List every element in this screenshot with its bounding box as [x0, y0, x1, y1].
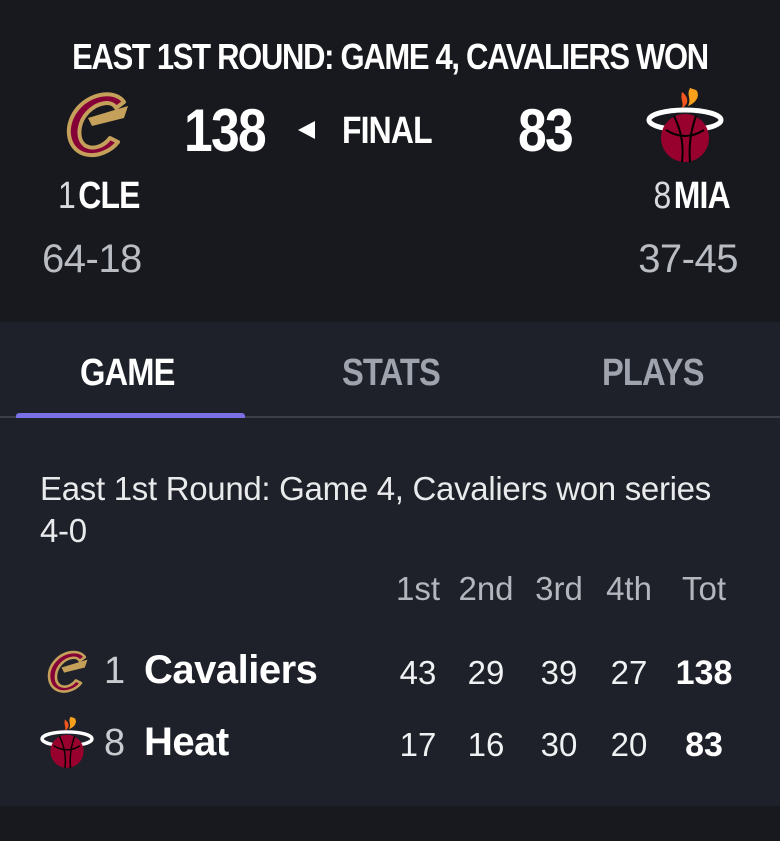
- heat-logo-icon: [40, 714, 94, 772]
- cavaliers-seed: 1: [104, 650, 126, 692]
- tab-plays[interactable]: PLAYS: [602, 352, 705, 395]
- cavaliers-logo-icon: [40, 648, 96, 696]
- game-status: FINAL: [342, 110, 433, 152]
- away-team-label[interactable]: 8MIA: [653, 175, 731, 218]
- heat-seed: 8: [104, 722, 126, 764]
- home-team-label[interactable]: 1CLE: [58, 175, 140, 218]
- column-header-2nd: 2nd: [458, 570, 514, 607]
- linescore-row-cavaliers[interactable]: 1 Cavaliers 43 29 39 27 138: [0, 642, 780, 702]
- away-abbr: MIA: [674, 175, 731, 217]
- heat-team-name: Heat: [144, 720, 229, 764]
- column-header-1st: 1st: [395, 570, 441, 607]
- home-record: 64-18: [42, 237, 142, 281]
- cavaliers-q1: 43: [399, 654, 437, 691]
- away-seed: 8: [653, 175, 672, 217]
- column-header-3rd: 3rd: [535, 570, 583, 607]
- tab-bar: GAME STATS PLAYS: [0, 322, 780, 418]
- away-record: 37-45: [638, 237, 738, 281]
- column-header-4th: 4th: [606, 570, 652, 607]
- column-header-total: Tot: [681, 570, 727, 607]
- cavaliers-logo-icon[interactable]: [58, 88, 138, 162]
- series-title: EAST 1ST ROUND: GAME 4, CAVALIERS WON: [72, 36, 709, 77]
- heat-logo-icon[interactable]: [646, 86, 724, 166]
- home-seed: 1: [58, 175, 76, 217]
- heat-q4: 20: [610, 726, 648, 763]
- tab-stats[interactable]: STATS: [342, 352, 441, 395]
- tab-game[interactable]: GAME: [80, 352, 175, 395]
- bottom-divider: [0, 806, 780, 841]
- cavaliers-q3: 39: [540, 654, 578, 691]
- linescore-row-heat[interactable]: 8 Heat 17 16 30 20 83: [0, 714, 780, 774]
- cavaliers-q2: 29: [467, 654, 505, 691]
- home-score: 138: [184, 97, 267, 164]
- heat-q1: 17: [399, 726, 437, 763]
- cavaliers-team-name: Cavaliers: [144, 648, 318, 692]
- winner-arrow-icon: [298, 121, 315, 139]
- cavaliers-q4: 27: [610, 654, 648, 691]
- game-panel: East 1st Round: Game 4, Cavaliers won se…: [0, 418, 780, 806]
- series-summary: East 1st Round: Game 4, Cavaliers won se…: [40, 470, 711, 549]
- game-header: EAST 1ST ROUND: GAME 4, CAVALIERS WON 13…: [0, 0, 780, 322]
- away-score: 83: [518, 97, 574, 164]
- heat-q3: 30: [540, 726, 578, 763]
- heat-total: 83: [685, 726, 723, 764]
- home-abbr: CLE: [78, 175, 140, 217]
- cavaliers-total: 138: [675, 654, 733, 692]
- heat-q2: 16: [467, 726, 505, 763]
